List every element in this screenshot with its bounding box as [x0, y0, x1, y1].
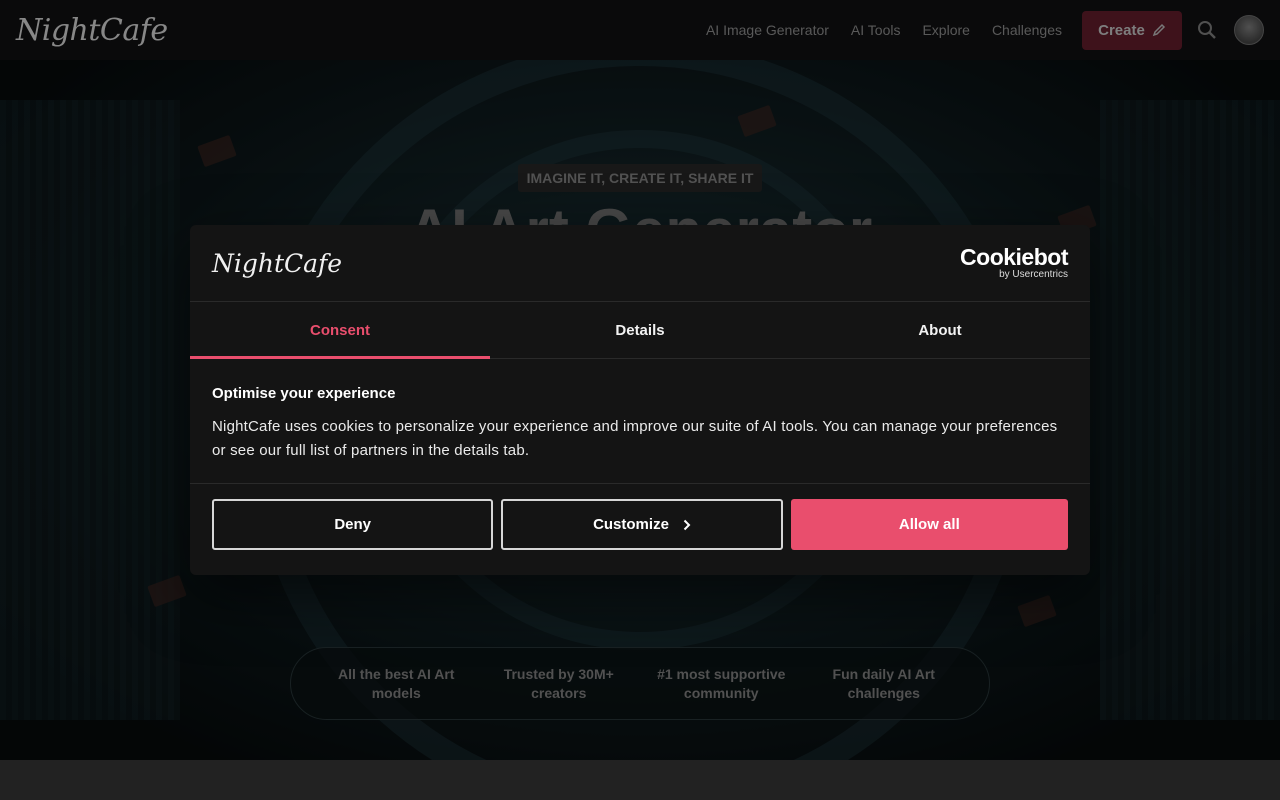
cookiebot-logo[interactable]: Cookiebot by Usercentrics — [960, 246, 1068, 280]
tab-consent[interactable]: Consent — [190, 302, 490, 359]
customize-button-label: Customize — [593, 516, 669, 533]
dialog-nightcafe-logo: NightCafe — [212, 248, 343, 278]
cookiebot-name: Cookiebot — [960, 244, 1068, 270]
dialog-description: NightCafe uses cookies to personalize yo… — [212, 418, 1058, 459]
deny-button[interactable]: Deny — [212, 499, 494, 550]
chevron-right-icon — [683, 519, 691, 530]
dialog-body: Optimise your experience NightCafe uses … — [190, 359, 1090, 484]
tab-details[interactable]: Details — [490, 302, 790, 358]
cookie-consent-dialog: NightCafe Cookiebot by Usercentrics Cons… — [190, 225, 1090, 575]
cookiebot-sub: by Usercentrics — [999, 269, 1068, 280]
dialog-heading: Optimise your experience — [212, 385, 396, 402]
dialog-buttons: Deny Customize Allow all — [190, 484, 1090, 550]
dialog-header: NightCafe Cookiebot by Usercentrics — [190, 225, 1090, 302]
dialog-tabs: Consent Details About — [190, 302, 1090, 359]
customize-button[interactable]: Customize — [501, 499, 783, 550]
allow-all-button[interactable]: Allow all — [790, 499, 1068, 550]
tab-about[interactable]: About — [790, 302, 1090, 358]
